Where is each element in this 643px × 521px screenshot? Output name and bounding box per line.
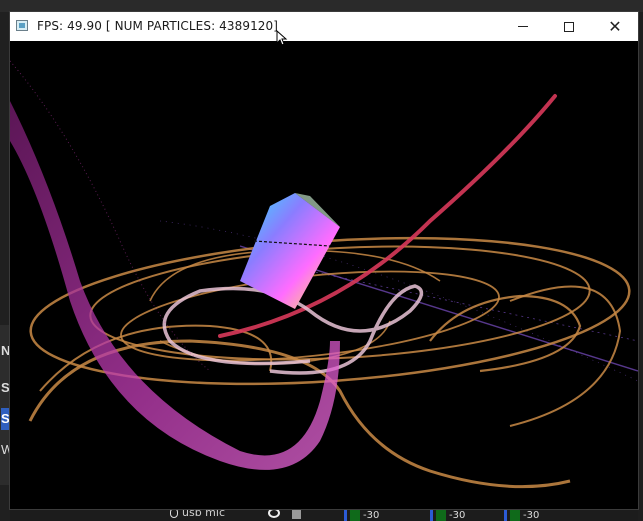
- lock-square-icon[interactable]: [292, 510, 301, 519]
- audio-meter-2: -30: [430, 509, 465, 521]
- background-app-panel: N S S W: [0, 325, 13, 485]
- microphone-icon: [170, 507, 178, 518]
- app-window-icon: [16, 20, 28, 31]
- meter-value-2: -30: [449, 509, 466, 521]
- close-button[interactable]: ✕: [592, 12, 638, 41]
- mouse-cursor-icon: [276, 30, 288, 46]
- window-titlebar[interactable]: FPS: 49.90 [ NUM PARTICLES: 4389120] ✕: [10, 12, 638, 41]
- window-title: FPS: 49.90 [ NUM PARTICLES: 4389120]: [37, 19, 279, 33]
- background-selected-item[interactable]: S: [1, 408, 10, 430]
- maximize-icon: [564, 21, 574, 32]
- minimize-icon: [518, 26, 528, 27]
- particle-scene: [10, 60, 638, 489]
- minimize-button[interactable]: [500, 12, 546, 41]
- visibility-eye-icon[interactable]: [268, 508, 280, 518]
- background-label-n: N: [1, 343, 11, 358]
- audio-meter-1: -30: [344, 509, 379, 521]
- meter-value-1: -30: [363, 509, 380, 521]
- desktop-background-top: [0, 0, 643, 12]
- simulation-window[interactable]: FPS: 49.90 [ NUM PARTICLES: 4389120] ✕: [10, 12, 638, 509]
- particle-viewport[interactable]: [10, 41, 638, 509]
- background-label-s: S: [1, 380, 10, 395]
- background-audio-mixer: usb mic -30 -30 -30: [10, 506, 638, 521]
- audio-meter-3: -30: [504, 509, 539, 521]
- meter-value-3: -30: [523, 509, 540, 521]
- violet-particle-line: [159, 220, 638, 382]
- desktop-background-right: [638, 12, 643, 521]
- close-icon: ✕: [608, 16, 622, 36]
- maximize-button[interactable]: [546, 12, 592, 41]
